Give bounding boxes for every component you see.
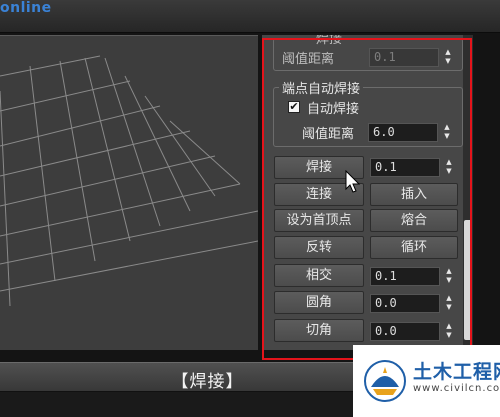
cross-insert-input[interactable]: 0.1 <box>370 267 440 286</box>
fillet-button[interactable]: 圆角 <box>274 291 364 314</box>
panel-scrollbar[interactable] <box>463 35 473 350</box>
down-arrow-icon[interactable]: ▼ <box>440 132 454 141</box>
up-arrow-icon[interactable]: ▲ <box>442 158 456 167</box>
auto-weld-group-title: 端点自动焊接 <box>279 78 364 97</box>
up-arrow-icon[interactable]: ▲ <box>440 123 454 132</box>
up-arrow-icon[interactable]: ▲ <box>442 267 456 276</box>
cross-insert-spinner[interactable]: 0.1 ▲ ▼ <box>370 267 458 286</box>
weld-spinner[interactable]: 0.1 ▲ ▼ <box>370 158 458 177</box>
threshold-label: 阈值距离 <box>282 52 335 67</box>
down-arrow-icon[interactable]: ▼ <box>442 276 456 285</box>
watermark-url: www.civilcn.com <box>413 383 500 394</box>
down-arrow-icon[interactable]: ▼ <box>441 57 455 66</box>
cross-insert-button[interactable]: 相交 <box>274 264 364 287</box>
civil-engineering-logo-icon <box>364 360 406 402</box>
down-arrow-icon[interactable]: ▼ <box>442 331 456 340</box>
auto-weld-label: 自动焊接 <box>307 102 360 117</box>
cross-insert-arrows[interactable]: ▲ ▼ <box>442 267 456 286</box>
reverse-button[interactable]: 反转 <box>274 236 364 259</box>
auto-weld-checkbox[interactable]: ✔ <box>288 101 300 113</box>
mouse-cursor-icon <box>345 170 361 193</box>
site-logo-text: online <box>0 0 52 16</box>
auto-threshold-label: 阈值距离 <box>302 127 355 142</box>
up-arrow-icon[interactable]: ▲ <box>442 322 456 331</box>
weld-arrows[interactable]: ▲ ▼ <box>442 158 456 177</box>
watermark: 土木工程网 www.civilcn.com <box>353 345 500 417</box>
fuse-button[interactable]: 熔合 <box>370 209 458 232</box>
insert-button[interactable]: 插入 <box>370 183 458 206</box>
threshold-spinner[interactable]: 0.1 ▲ ▼ <box>369 48 455 67</box>
viewport-top-bar: online <box>0 0 500 33</box>
scrollbar-thumb[interactable] <box>464 220 472 340</box>
weld-input[interactable]: 0.1 <box>370 158 440 177</box>
threshold-input[interactable]: 0.1 <box>369 48 439 67</box>
auto-threshold-input[interactable]: 6.0 <box>368 123 438 142</box>
chamfer-button[interactable]: 切角 <box>274 319 364 342</box>
chamfer-input[interactable]: 0.0 <box>370 322 440 341</box>
fillet-spinner[interactable]: 0.0 ▲ ▼ <box>370 294 458 313</box>
up-arrow-icon[interactable]: ▲ <box>442 294 456 303</box>
command-panel: 焊接 阈值距离 0.1 ▲ ▼ 端点自动焊接 ✔ 自动焊接 阈值距离 6.0 ▲ ▼… <box>262 35 470 350</box>
chamfer-arrows[interactable]: ▲ ▼ <box>442 322 456 341</box>
fillet-arrows[interactable]: ▲ ▼ <box>442 294 456 313</box>
perspective-grid <box>0 55 258 307</box>
auto-threshold-arrows[interactable]: ▲ ▼ <box>440 123 454 142</box>
threshold-arrows[interactable]: ▲ ▼ <box>441 48 455 67</box>
down-arrow-icon[interactable]: ▼ <box>442 167 456 176</box>
fillet-input[interactable]: 0.0 <box>370 294 440 313</box>
cycle-button[interactable]: 循环 <box>370 236 458 259</box>
make-first-button[interactable]: 设为首顶点 <box>274 209 364 232</box>
down-arrow-icon[interactable]: ▼ <box>442 303 456 312</box>
viewport-3d[interactable] <box>0 35 258 350</box>
up-arrow-icon[interactable]: ▲ <box>441 48 455 57</box>
watermark-title: 土木工程网 <box>413 361 500 383</box>
chamfer-spinner[interactable]: 0.0 ▲ ▼ <box>370 322 458 341</box>
auto-threshold-spinner[interactable]: 6.0 ▲ ▼ <box>368 123 454 142</box>
